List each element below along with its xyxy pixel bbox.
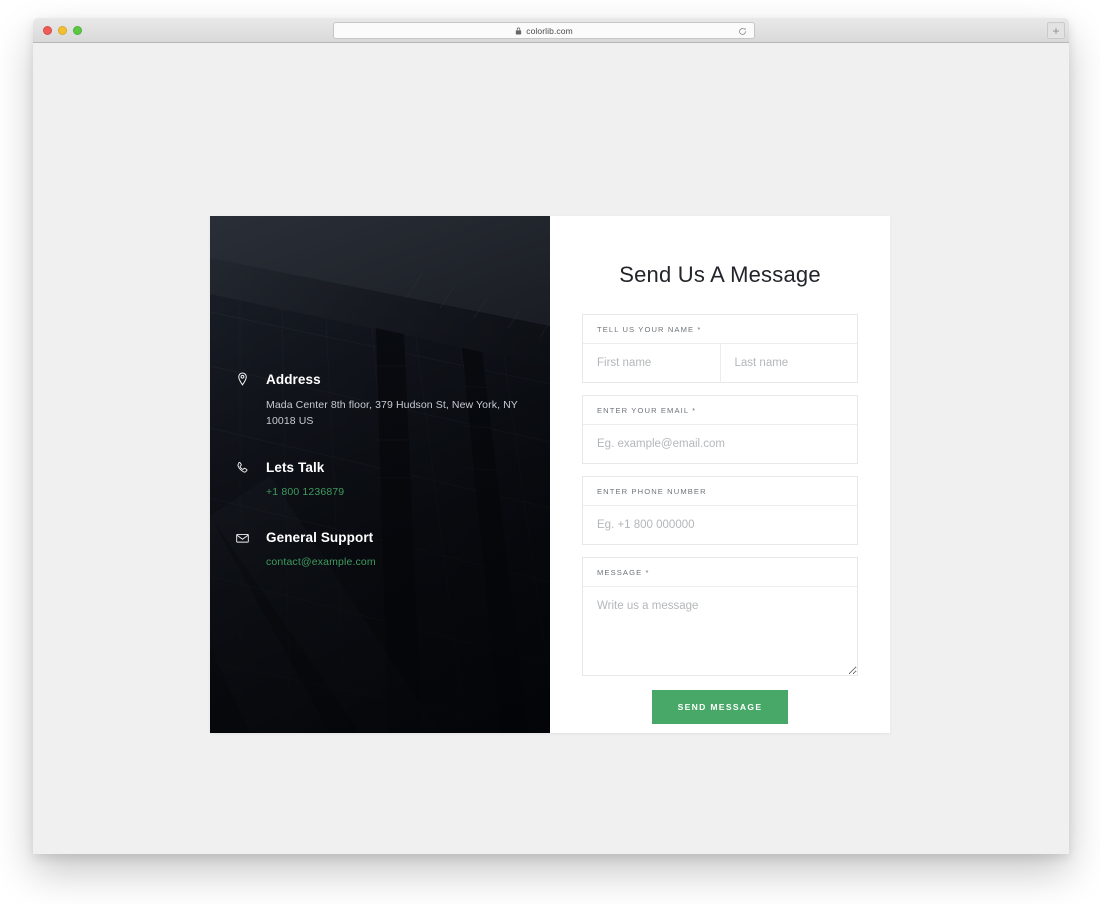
browser-chrome-bar: colorlib.com + [33, 18, 1069, 43]
last-name-cell [720, 344, 857, 382]
url-text: colorlib.com [526, 25, 573, 36]
message-label-text: MESSAGE [597, 568, 643, 577]
map-pin-icon [235, 372, 250, 387]
contact-title: General Support [266, 530, 374, 546]
envelope-icon [235, 530, 250, 545]
phone-field-label: ENTER PHONE NUMBER [583, 477, 857, 506]
address-bar-content: colorlib.com [515, 26, 573, 36]
name-field-group: TELL US YOUR NAME * [582, 314, 858, 383]
contact-block-support: General Support contact@example.com [236, 530, 528, 570]
browser-window: colorlib.com + Address Mada Center 8th f… [33, 18, 1069, 854]
name-field-row [583, 344, 857, 382]
contact-block-header: Address [238, 371, 528, 387]
page-viewport: Address Mada Center 8th floor, 379 Hudso… [33, 43, 1069, 854]
email-field-group: ENTER YOUR EMAIL * [582, 395, 858, 464]
contact-block-phone: Lets Talk +1 800 1236879 [237, 460, 528, 500]
email-label-text: ENTER YOUR EMAIL [597, 406, 689, 415]
contact-photo-panel: Address Mada Center 8th floor, 379 Hudso… [210, 216, 550, 733]
phone-field-group: ENTER PHONE NUMBER [582, 476, 858, 545]
phone-link[interactable]: +1 800 1236879 [266, 486, 344, 498]
minimize-window-button[interactable] [58, 26, 67, 35]
first-name-cell [583, 344, 721, 382]
phone-input[interactable] [583, 506, 857, 544]
reload-icon[interactable] [738, 27, 747, 36]
last-name-input[interactable] [720, 344, 857, 382]
first-name-input[interactable] [583, 344, 720, 382]
email-field-label: ENTER YOUR EMAIL * [583, 396, 857, 425]
contact-title: Lets Talk [266, 460, 325, 476]
name-field-label: TELL US YOUR NAME * [583, 315, 857, 344]
maximize-window-button[interactable] [73, 26, 82, 35]
message-required-marker: * [645, 568, 650, 577]
message-field-group: MESSAGE * [582, 557, 858, 676]
phone-icon [235, 460, 250, 475]
submit-row: SEND MESSAGE [582, 690, 858, 724]
contact-block-address: Address Mada Center 8th floor, 379 Hudso… [238, 371, 528, 430]
contact-block-header: General Support [236, 530, 528, 546]
new-tab-button[interactable]: + [1047, 22, 1065, 39]
message-field-label: MESSAGE * [583, 558, 857, 587]
name-label-text: TELL US YOUR NAME [597, 325, 695, 334]
lock-icon [516, 27, 522, 34]
contact-form: TELL US YOUR NAME * First name Last name… [582, 314, 858, 724]
contact-form-panel: Send Us A Message TELL US YOUR NAME * Fi… [550, 216, 890, 733]
close-window-button[interactable] [43, 26, 52, 35]
message-textarea[interactable] [583, 587, 857, 675]
contact-info-list: Address Mada Center 8th floor, 379 Hudso… [236, 371, 528, 570]
email-link[interactable]: contact@example.com [266, 556, 376, 568]
traffic-lights [43, 26, 82, 35]
contact-address-text: Mada Center 8th floor, 379 Hudson St, Ne… [266, 399, 518, 428]
contact-block-header: Lets Talk [237, 460, 528, 476]
email-required-marker: * [692, 406, 697, 415]
send-message-button[interactable]: SEND MESSAGE [651, 690, 789, 724]
name-required-marker: * [697, 325, 702, 334]
address-bar[interactable]: colorlib.com [333, 22, 755, 39]
contact-title: Address [266, 371, 321, 387]
form-title: Send Us A Message [619, 262, 821, 287]
phone-label-text: ENTER PHONE NUMBER [597, 487, 707, 496]
email-input[interactable] [583, 425, 857, 463]
contact-card: Address Mada Center 8th floor, 379 Hudso… [210, 216, 890, 733]
